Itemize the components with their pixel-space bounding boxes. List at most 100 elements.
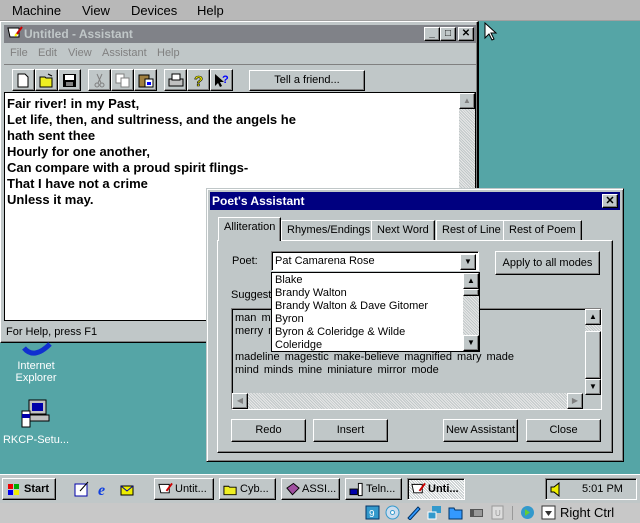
scroll-up-button[interactable]: ▲ [459,93,475,109]
close-dialog-button[interactable]: Close [526,419,601,442]
host-menu-view[interactable]: View [82,3,110,18]
task-button-cyb[interactable]: Cyb... [219,478,276,500]
main-window-titlebar[interactable]: Untitled - Assistant _ □ ✕ [4,25,476,43]
print-icon [168,73,184,87]
help-icon: ? [194,73,204,88]
mouse-cursor-icon [484,22,498,41]
scroll-right-button[interactable]: ▶ [567,393,583,409]
poet-dropdown-list[interactable]: Blake Brandy Walton Brandy Walton & Dave… [271,272,480,352]
poet-option[interactable]: Coleridge [275,339,322,351]
task-button-assi[interactable]: ASSI... [281,478,340,500]
taskbar: Start e Untit... Cyb... ASSI... Teln... … [0,474,640,503]
task-button-untitled-1[interactable]: Untit... [154,478,214,500]
shared-folder-icon[interactable] [448,505,463,520]
menu-assistant[interactable]: Assistant [102,47,147,59]
poet-option[interactable]: Blake [275,274,303,286]
menu-help[interactable]: Help [157,47,180,59]
dialog-titlebar[interactable]: Poet's Assistant ✕ [210,192,620,210]
poet-option[interactable]: Byron [275,313,304,325]
tab-rhymes-endings[interactable]: Rhymes/Endings [281,220,377,240]
chevron-down-icon[interactable]: ▼ [460,254,476,270]
suggestions-label: Suggest [231,289,272,301]
tab-rest-of-poem[interactable]: Rest of Poem [503,220,582,240]
paste-button[interactable] [134,69,157,91]
setup-computer-icon [21,399,50,428]
volume-icon[interactable] [549,482,565,497]
dropdown-scrollbar[interactable]: ▲ ▼ [463,273,479,351]
show-desktop-icon[interactable] [74,481,90,497]
poets-assistant-dialog: Poet's Assistant ✕ Alliteration Rhymes/E… [206,188,624,462]
network-icon[interactable] [427,505,442,520]
menu-file[interactable]: File [10,47,28,59]
desktop-icon-internet-explorer[interactable]: Internet Explorer [4,338,68,384]
menu-edit[interactable]: Edit [38,47,57,59]
host-menu-bar: Machine View Devices Help [0,0,640,21]
insert-button[interactable]: Insert [313,419,388,442]
scroll-up-button[interactable]: ▲ [463,273,479,289]
suggestions-horizontal-scrollbar[interactable]: ◀ ▶ [232,393,583,409]
poem-line: Fair river! in my Past, [7,96,140,111]
maximize-button[interactable]: □ [440,27,456,41]
save-button[interactable] [58,69,81,91]
open-button[interactable] [35,69,58,91]
new-button[interactable] [12,69,35,91]
poet-option[interactable]: Brandy Walton [275,287,347,299]
copy-button[interactable] [111,69,134,91]
scroll-thumb[interactable] [463,289,479,296]
windows-logo-icon [8,484,19,495]
scroll-thumb[interactable] [585,331,601,379]
poet-combobox[interactable]: Pat Camarena Rose ▼ [271,251,479,271]
paste-icon [138,74,154,88]
scroll-down-button[interactable]: ▼ [585,379,601,395]
internet-explorer-icon [22,342,52,356]
optical-drive-icon[interactable] [385,505,400,520]
print-button[interactable] [164,69,187,91]
task-button-telnet[interactable]: Teln... [345,478,402,500]
new-assistant-button[interactable]: New Assistant [443,419,518,442]
keyboard-capture-icon[interactable] [541,505,556,520]
tab-next-word[interactable]: Next Word [371,220,435,240]
outlook-express-icon[interactable] [119,481,135,497]
tell-a-friend-button[interactable]: Tell a friend... [249,70,365,91]
status-divider [512,506,513,520]
clock[interactable]: 5:01 PM [582,483,623,495]
hard-disk-icon[interactable]: 9 [365,505,380,520]
app-quill-icon [7,26,23,38]
minimize-button[interactable]: _ [424,27,440,41]
desktop-icon-rkcp-setup[interactable]: RKCP-Setu... [0,397,72,446]
host-menu-help[interactable]: Help [197,3,224,18]
host-menu-machine[interactable]: Machine [12,3,61,18]
app-quill-icon [158,482,173,494]
telnet-icon [349,482,363,497]
cut-button[interactable] [88,69,111,91]
poet-selected-value: Pat Camarena Rose [275,255,375,267]
poem-line: Can compare with a proud spirit flings- [7,160,249,175]
suggestion-line: madeline magestic make-believe magnified… [235,351,515,363]
usb-icon[interactable] [406,505,421,520]
dialog-close-button[interactable]: ✕ [602,194,618,208]
apply-to-all-modes-button[interactable]: Apply to all modes [495,251,600,275]
host-menu-devices[interactable]: Devices [131,3,177,18]
scroll-down-button[interactable]: ▼ [463,335,479,351]
svg-text:U: U [495,509,501,518]
mouse-integration-icon[interactable] [520,505,535,520]
help-button[interactable]: ? [187,69,210,91]
app-quill-icon [411,482,426,494]
tab-rest-of-line[interactable]: Rest of Line [436,220,507,240]
cpu-icon[interactable]: U [490,505,505,520]
scroll-left-button[interactable]: ◀ [232,393,248,409]
internet-explorer-quicklaunch-icon[interactable]: e [97,481,113,497]
dialog-title: Poet's Assistant [212,194,305,208]
tab-alliteration[interactable]: Alliteration [218,217,282,241]
suggestions-vertical-scrollbar[interactable]: ▲ ▼ [585,309,601,395]
task-button-untitled-active[interactable]: Unti... [407,478,465,500]
context-help-button[interactable]: ? [210,69,233,91]
close-button[interactable]: ✕ [458,27,474,41]
menu-view[interactable]: View [68,47,92,59]
poet-option[interactable]: Byron & Coleridge & Wilde [275,326,405,338]
redo-button[interactable]: Redo [231,419,306,442]
poet-option[interactable]: Brandy Walton & Dave Gitomer [275,300,428,312]
scroll-up-button[interactable]: ▲ [585,309,601,325]
start-button[interactable]: Start [2,478,56,500]
video-capture-icon[interactable] [469,505,484,520]
